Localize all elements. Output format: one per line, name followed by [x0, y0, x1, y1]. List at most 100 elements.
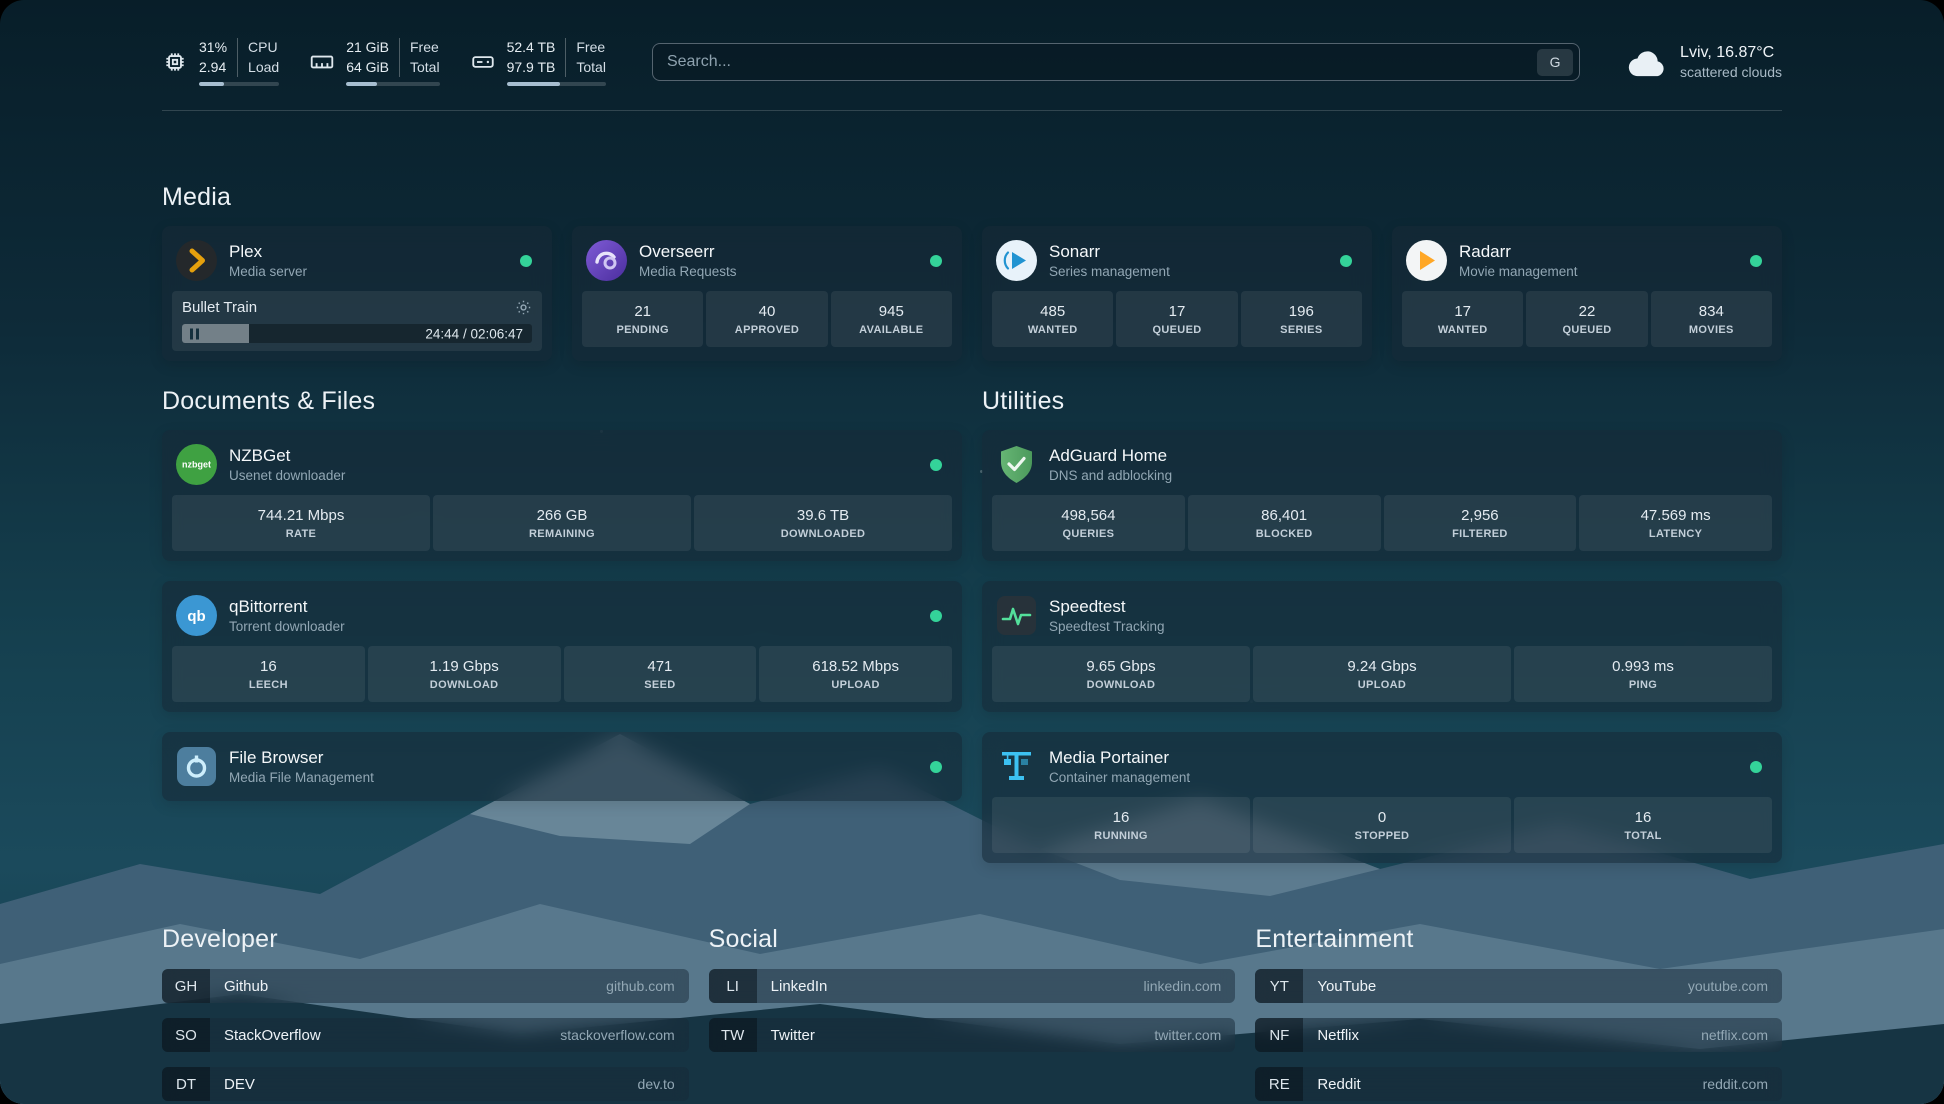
cpu-usage-label: CPU	[248, 38, 279, 58]
service-desc: DNS and adblocking	[1049, 468, 1172, 483]
stat-label: REMAINING	[529, 528, 595, 540]
service-card-filebrowser: File Browser Media File Management	[162, 732, 962, 801]
bookmark-name: LinkedIn	[771, 978, 828, 995]
stat-value: 498,564	[1061, 507, 1115, 524]
service-link-filebrowser[interactable]: File Browser Media File Management	[172, 742, 952, 791]
bookmark-youtube[interactable]: YT YouTube youtube.com	[1255, 969, 1782, 1003]
bookmark-abbr: SO	[162, 1018, 210, 1052]
bookmark-domain: twitter.com	[1154, 1027, 1221, 1043]
service-name: qBittorrent	[229, 597, 345, 617]
memory-usage-bar-fill	[346, 82, 377, 86]
stat-label: BLOCKED	[1256, 528, 1313, 540]
service-link-overseerr[interactable]: Overseerr Media Requests	[582, 236, 952, 291]
stat-upload: 9.24 Gbps UPLOAD	[1253, 646, 1511, 702]
weather-location: Lviv, 16.87°C	[1680, 44, 1782, 62]
group-title-media: Media	[162, 183, 1782, 212]
service-link-radarr[interactable]: Radarr Movie management	[1402, 236, 1772, 291]
bookmark-twitter[interactable]: TW Twitter twitter.com	[709, 1018, 1236, 1052]
bookmark-domain: github.com	[606, 978, 674, 994]
stat-value: 47.569 ms	[1641, 507, 1711, 524]
disk-free-label: Free	[576, 38, 606, 58]
stat-movies: 834 MOVIES	[1651, 291, 1772, 347]
group-utilities: Utilities AdGuard Home	[982, 387, 1782, 863]
stat-value: 744.21 Mbps	[258, 507, 345, 524]
bookmark-name: Reddit	[1317, 1076, 1360, 1093]
bookmark-github[interactable]: GH Github github.com	[162, 969, 689, 1003]
memory-widget: 21 GiB 64 GiB Free Total	[309, 38, 439, 86]
service-link-plex[interactable]: Plex Media server	[172, 236, 542, 291]
disk-usage-bar	[507, 82, 606, 86]
service-link-sonarr[interactable]: Sonarr Series management	[992, 236, 1362, 291]
search-provider-button[interactable]: G	[1537, 49, 1573, 76]
filebrowser-icon	[176, 746, 217, 787]
search-input[interactable]	[667, 53, 1537, 71]
service-desc: Media File Management	[229, 770, 374, 785]
service-card-plex: Plex Media server Bullet Train	[162, 226, 552, 361]
bookmark-netflix[interactable]: NF Netflix netflix.com	[1255, 1018, 1782, 1052]
cloud-icon	[1626, 47, 1668, 77]
stat-label: RATE	[286, 528, 316, 540]
stat-label: TOTAL	[1624, 830, 1661, 842]
stat-value: 618.52 Mbps	[812, 658, 899, 675]
memory-total-label: Total	[410, 58, 440, 78]
cpu-usage-bar	[199, 82, 279, 86]
bookmark-name: Netflix	[1317, 1027, 1359, 1044]
stat-available: 945 AVAILABLE	[831, 291, 952, 347]
stat-label: QUEUED	[1562, 324, 1611, 336]
stat-label: APPROVED	[735, 324, 799, 336]
dashboard-screen: 31% 2.94 CPU Load	[0, 0, 1944, 1104]
service-name: Radarr	[1459, 242, 1578, 262]
bookmark-linkedin[interactable]: LI LinkedIn linkedin.com	[709, 969, 1236, 1003]
stat-pending: 21 PENDING	[582, 291, 703, 347]
disk-icon	[470, 49, 496, 75]
stat-value: 17	[1169, 303, 1186, 320]
stat-value: 196	[1289, 303, 1314, 320]
qbittorrent-icon: qb	[176, 595, 217, 636]
service-link-speedtest[interactable]: Speedtest Speedtest Tracking	[992, 591, 1772, 646]
status-dot	[930, 610, 942, 622]
service-card-portainer: Media Portainer Container management 16 …	[982, 732, 1782, 863]
group-title-utilities: Utilities	[982, 387, 1782, 416]
bookmark-dev[interactable]: DT DEV dev.to	[162, 1067, 689, 1101]
portainer-icon	[996, 746, 1037, 787]
bookmark-name: DEV	[224, 1076, 255, 1093]
stat-value: 1.19 Gbps	[430, 658, 499, 675]
stat-label: WANTED	[1028, 324, 1078, 336]
service-desc: Movie management	[1459, 264, 1578, 279]
disk-total-label: Total	[576, 58, 606, 78]
gear-icon[interactable]	[515, 299, 532, 316]
stat-download: 9.65 Gbps DOWNLOAD	[992, 646, 1250, 702]
cpu-usage-bar-fill	[199, 82, 224, 86]
stat-value: 9.65 Gbps	[1086, 658, 1155, 675]
bookmark-group-developer: Developer GH Github github.com SO StackO…	[162, 925, 689, 1101]
stat-running: 16 RUNNING	[992, 797, 1250, 853]
service-card-qbittorrent: qb qBittorrent Torrent downloader 16 LEE…	[162, 581, 962, 712]
service-link-portainer[interactable]: Media Portainer Container management	[992, 742, 1772, 797]
service-link-adguard[interactable]: AdGuard Home DNS and adblocking	[992, 440, 1772, 495]
bookmark-reddit[interactable]: RE Reddit reddit.com	[1255, 1067, 1782, 1101]
stat-value: 17	[1454, 303, 1471, 320]
service-desc: Media server	[229, 264, 307, 279]
stat-label: PING	[1629, 679, 1657, 691]
bookmark-abbr: GH	[162, 969, 210, 1003]
stat-filtered: 2,956 FILTERED	[1384, 495, 1577, 551]
stat-value: 266 GB	[537, 507, 588, 524]
service-link-qbittorrent[interactable]: qb qBittorrent Torrent downloader	[172, 591, 952, 646]
status-dot	[1750, 255, 1762, 267]
disk-free-value: 52.4 TB	[507, 38, 556, 58]
stat-label: STOPPED	[1355, 830, 1410, 842]
adguard-icon	[996, 444, 1037, 485]
stat-value: 0.993 ms	[1612, 658, 1674, 675]
bookmark-stackoverflow[interactable]: SO StackOverflow stackoverflow.com	[162, 1018, 689, 1052]
stat-value: 16	[1113, 809, 1130, 826]
stat-label: UPLOAD	[1358, 679, 1406, 691]
stat-value: 40	[759, 303, 776, 320]
service-link-nzbget[interactable]: nzbget NZBGet Usenet downloader	[172, 440, 952, 495]
plex-icon	[176, 240, 217, 281]
nzbget-icon: nzbget	[176, 444, 217, 485]
status-dot	[1340, 255, 1352, 267]
stat-seed: 471 SEED	[564, 646, 757, 702]
service-name: Plex	[229, 242, 307, 262]
bookmark-domain: stackoverflow.com	[560, 1027, 674, 1043]
stat-rate: 744.21 Mbps RATE	[172, 495, 430, 551]
